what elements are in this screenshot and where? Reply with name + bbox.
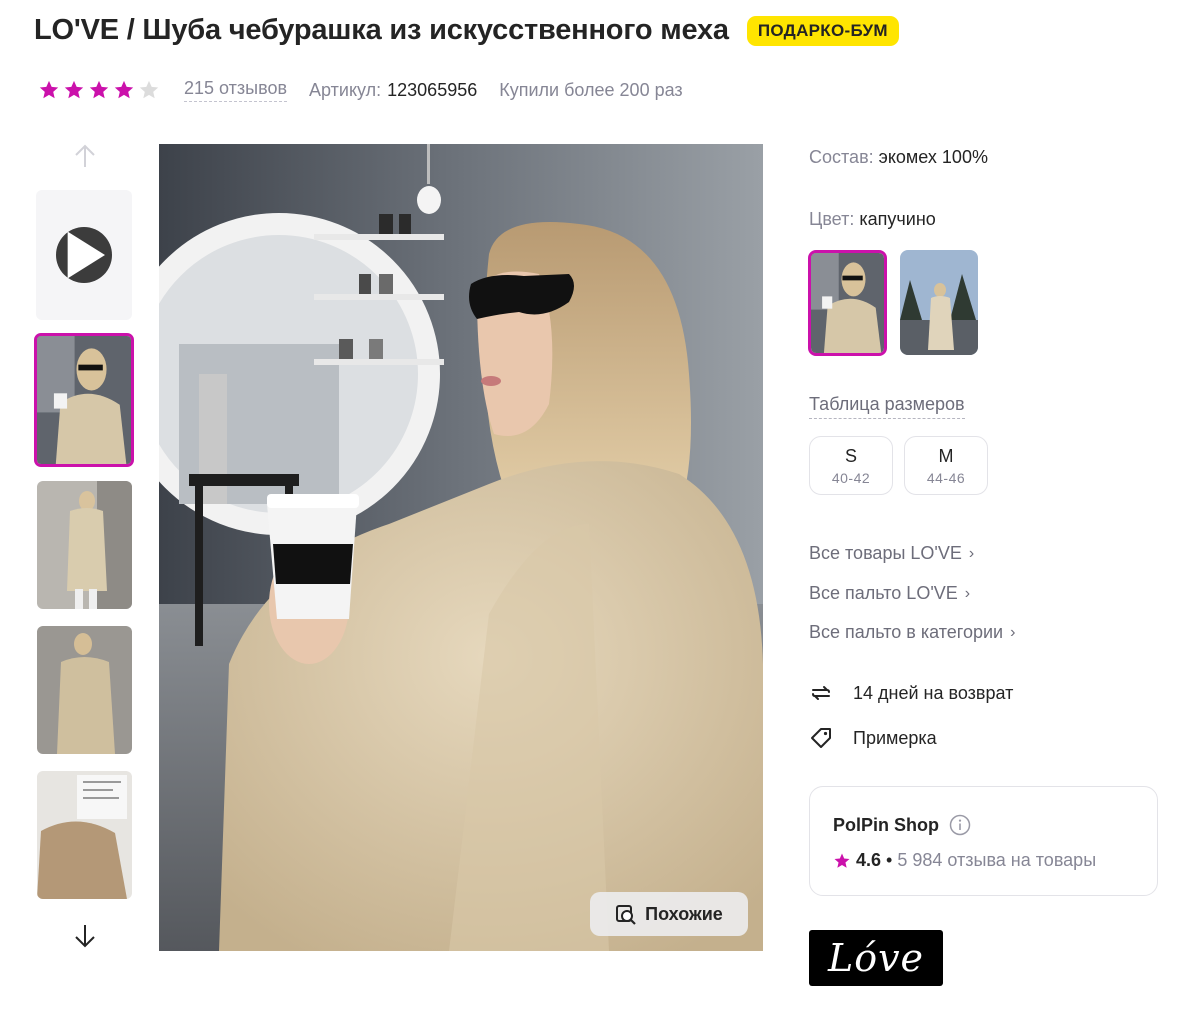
thumb-photo-1[interactable] (34, 333, 134, 467)
size-range: 40-42 (831, 470, 871, 486)
size-label: S (844, 446, 857, 466)
product-title: LO'VE / Шуба чебурашка из искусственного… (34, 14, 729, 46)
main-product-photo[interactable]: Похожие (159, 144, 763, 951)
thumb-photo-2[interactable] (37, 481, 132, 609)
link-all-brand-goods[interactable]: Все товары LO'VE › (809, 543, 974, 564)
thumb-photo-4[interactable] (37, 771, 132, 899)
shop-name[interactable]: PolPin Shop (833, 815, 939, 836)
link-label: Все пальто в категории (809, 622, 1004, 642)
article-label: Артикул: (309, 79, 382, 100)
thumbs-down-arrow-icon[interactable] (71, 923, 99, 949)
size-option-m[interactable]: M 44-46 (904, 436, 988, 495)
reviews-link[interactable]: 215 отзывов (184, 78, 288, 102)
size-label: M (938, 446, 954, 466)
brand-logo[interactable]: Lóve (809, 930, 943, 986)
link-label: Все товары LO'VE (809, 543, 962, 563)
shop-card[interactable]: PolPin Shop 4.6 • 5 984 отзыва на товары (809, 786, 1158, 896)
bought-count: Купили более 200 раз (499, 79, 683, 100)
link-all-brand-coats[interactable]: Все пальто LO'VE › (809, 583, 970, 604)
shop-reviews-count: 5 984 отзыва на товары (897, 850, 1097, 870)
thumb-photo-3[interactable] (37, 626, 132, 754)
feature-return: 14 дней на возврат (809, 681, 1013, 705)
return-arrows-icon (812, 686, 830, 700)
size-range: 44-46 (926, 470, 966, 486)
thumb-video[interactable] (36, 190, 132, 320)
color-swatch-alt[interactable] (900, 250, 978, 355)
title-row: LO'VE / Шуба чебурашка из искусственного… (34, 14, 899, 47)
size-option-s[interactable]: S 40-42 (809, 436, 893, 495)
color-value: капучино (859, 209, 936, 229)
product-meta: 215 отзывов Артикул: 123065956 Купили бо… (38, 78, 683, 102)
color-info: Цвет: капучино (809, 209, 936, 230)
tag-icon (811, 728, 831, 748)
promo-badge[interactable]: ПОДАРКО-БУМ (746, 15, 899, 46)
brand-logo-text: Lóve (827, 936, 925, 980)
separator-dot: • (886, 850, 893, 870)
star-empty-icon (139, 80, 159, 99)
chevron-right-icon: › (964, 584, 971, 602)
size-table-link[interactable]: Таблица размеров (809, 394, 965, 419)
link-label: Все пальто LO'VE (809, 583, 958, 603)
composition: Состав: экомех 100% (809, 147, 988, 168)
shop-rating-value: 4.6 (856, 850, 882, 870)
info-icon[interactable] (949, 814, 971, 836)
composition-value: экомех 100% (878, 147, 988, 167)
similar-button[interactable]: Похожие (590, 892, 748, 936)
shop-name-row: PolPin Shop (833, 814, 971, 836)
chevron-right-icon: › (1010, 623, 1016, 641)
play-icon (56, 227, 112, 283)
feature-fitting: Примерка (809, 726, 937, 750)
chevron-right-icon: › (968, 544, 975, 562)
star-filled-icon (89, 80, 109, 99)
star-filled-icon (114, 80, 134, 99)
shop-rating: 4.6 • 5 984 отзыва на товары (833, 850, 1096, 871)
color-swatch-selected[interactable] (808, 250, 887, 356)
similar-label: Похожие (645, 903, 723, 924)
star-filled-icon (64, 80, 84, 99)
star-filled-icon (39, 80, 59, 99)
thumbs-up-arrow-icon[interactable] (71, 143, 99, 169)
feature-label: 14 дней на возврат (853, 682, 1014, 703)
search-similar-icon (616, 905, 636, 925)
article-value[interactable]: 123065956 (387, 80, 477, 101)
link-all-category-coats[interactable]: Все пальто в категории › (809, 622, 1015, 643)
color-label: Цвет: (809, 209, 855, 229)
star-icon (834, 853, 850, 868)
composition-label: Состав: (809, 147, 874, 167)
rating-stars (38, 79, 160, 101)
feature-label: Примерка (853, 727, 937, 748)
